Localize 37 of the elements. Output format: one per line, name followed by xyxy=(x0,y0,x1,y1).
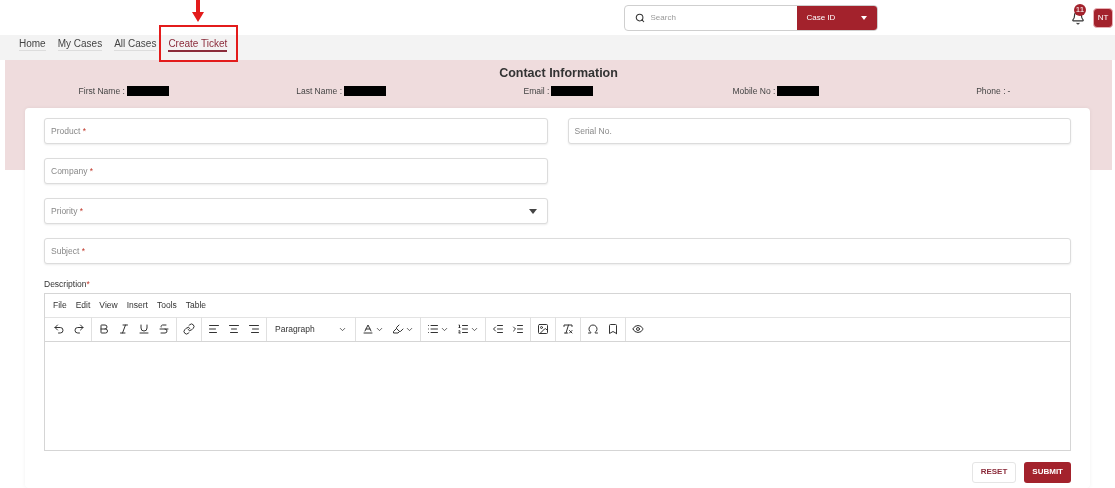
editor-menu-item[interactable]: Edit xyxy=(75,298,91,312)
contact-label: First Name : xyxy=(78,84,125,98)
editor-menu-item[interactable]: File xyxy=(53,298,67,312)
editor-menu-item[interactable]: Insert xyxy=(126,298,148,312)
submit-button[interactable]: SUBMIT xyxy=(1024,461,1071,483)
editor-menu-item[interactable]: Tools xyxy=(156,298,177,312)
notification-badge: 11 xyxy=(1074,3,1086,16)
description-label: Description* xyxy=(44,278,90,291)
contact-label: Mobile No : xyxy=(732,84,776,98)
contact-label: Email : xyxy=(523,84,550,98)
nav-tab[interactable]: All Cases xyxy=(114,38,157,51)
editor-menu-item[interactable]: Table xyxy=(185,298,207,312)
input-field[interactable]: Company * xyxy=(44,158,548,184)
reset-button[interactable]: RESET xyxy=(971,461,1017,483)
nav-tab[interactable]: My Cases xyxy=(57,38,103,51)
case-id-dropdown[interactable]: Case ID xyxy=(796,5,877,30)
contact-value: - xyxy=(1007,84,1011,98)
input-field[interactable]: Serial No. xyxy=(567,118,1071,144)
contact-title: Contact Information xyxy=(498,65,619,82)
caret-icon xyxy=(528,208,537,214)
text-color-icon xyxy=(362,323,374,336)
search-icon xyxy=(634,12,645,23)
numbered-list-icon xyxy=(457,323,469,336)
contact-label: Last Name : xyxy=(296,84,342,98)
contact-label: Phone : xyxy=(976,84,1006,98)
avatar-button[interactable]: NT xyxy=(1093,7,1113,28)
input-field[interactable]: Product * xyxy=(44,118,548,144)
input-field[interactable]: Subject * xyxy=(44,238,1071,264)
highlighter-icon xyxy=(392,323,404,336)
editor-menu-item[interactable]: View xyxy=(99,298,118,312)
priority-select[interactable]: Priority * xyxy=(44,198,548,224)
format-select[interactable]: Paragraph xyxy=(269,322,353,336)
bullet-list-icon xyxy=(427,323,439,336)
annotation-arrow xyxy=(192,0,205,22)
nav-tab[interactable]: Create Ticket xyxy=(168,38,228,52)
caret-icon xyxy=(860,15,867,20)
nav-tab[interactable]: Home xyxy=(19,38,46,51)
